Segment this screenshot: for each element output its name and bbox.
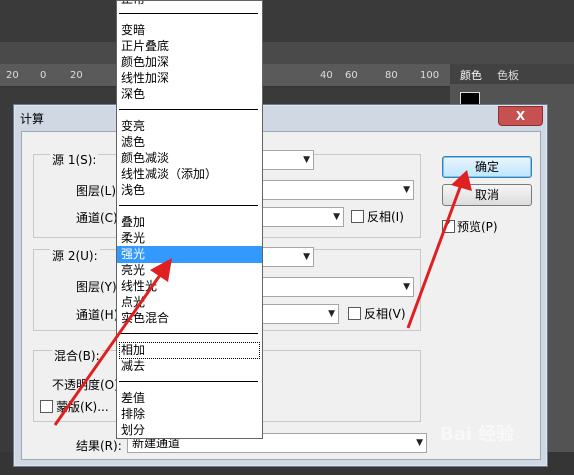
- watermark: Bai 经验: [440, 424, 515, 445]
- annotation-arrows: [53, 170, 472, 426]
- arrow-to-strong-light: [53, 258, 172, 426]
- arrow-to-ok-button: [406, 170, 472, 329]
